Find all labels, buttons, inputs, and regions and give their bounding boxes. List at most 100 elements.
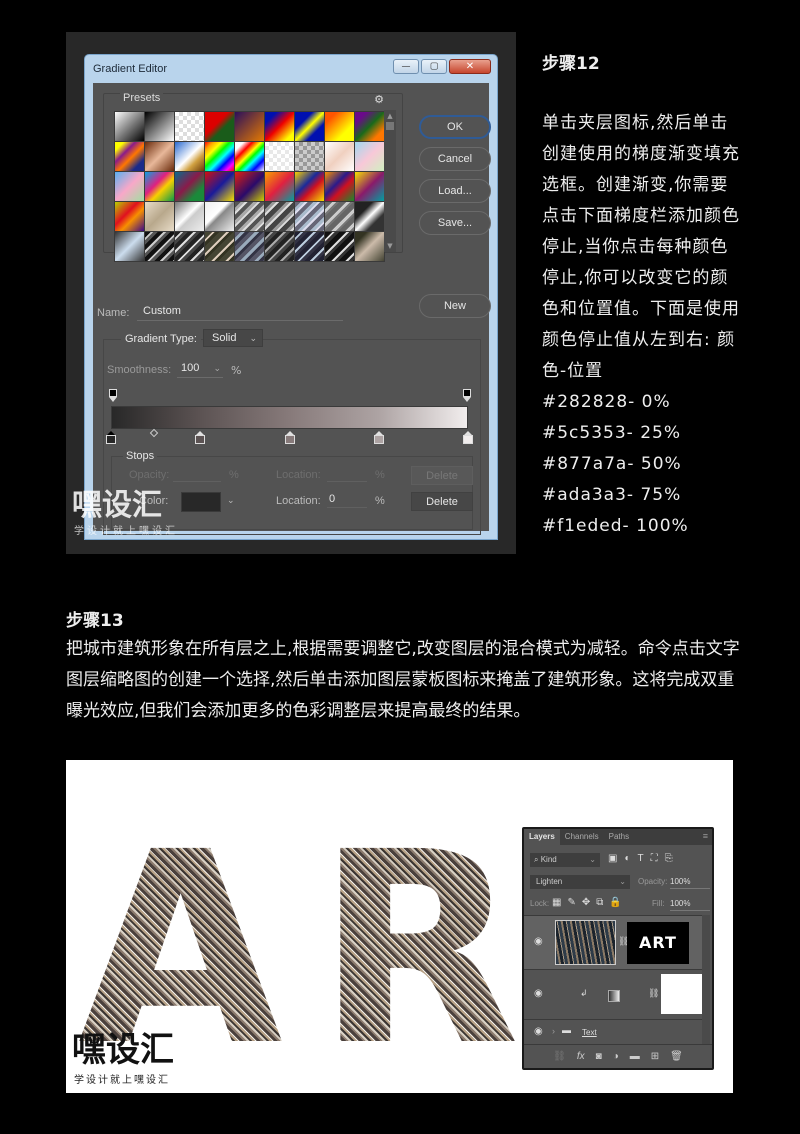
lock-image-icon[interactable]: ✎ xyxy=(567,897,575,908)
tab-channels[interactable]: Channels xyxy=(560,829,604,845)
opacity-input[interactable] xyxy=(173,467,221,482)
lock-transparent-icon[interactable]: ▦ xyxy=(552,897,561,908)
preset-swatch[interactable] xyxy=(205,172,234,201)
smart-object-filter-icon[interactable]: ⎘ xyxy=(665,853,673,864)
preset-swatch[interactable] xyxy=(115,142,144,171)
scroll-down-icon[interactable]: ▼ xyxy=(384,242,396,250)
maximize-button[interactable]: ▢ xyxy=(421,59,447,74)
layer-mask-thumbnail[interactable] xyxy=(661,974,703,1014)
preset-swatch[interactable] xyxy=(265,202,294,231)
new-layer-icon[interactable]: ⊞ xyxy=(651,1045,659,1068)
trash-icon[interactable]: 🗑 xyxy=(670,1045,683,1068)
preset-swatch[interactable] xyxy=(325,202,354,231)
fx-icon[interactable]: fx xyxy=(577,1045,585,1068)
link-chain-icon[interactable]: ⛓ xyxy=(648,988,659,999)
ok-button[interactable]: OK xyxy=(419,115,491,139)
preset-swatch[interactable] xyxy=(145,232,174,261)
layers-scrollbar[interactable] xyxy=(702,915,710,1045)
preset-swatch[interactable] xyxy=(205,142,234,171)
opacity-stop-left[interactable] xyxy=(109,389,117,403)
preset-swatch[interactable] xyxy=(295,232,324,261)
close-button[interactable]: ✕ xyxy=(449,59,491,74)
minimize-button[interactable]: — xyxy=(393,59,419,74)
preset-swatch[interactable] xyxy=(325,112,354,141)
presets-scrollbar[interactable]: ▲ ▼ xyxy=(384,110,396,252)
adjustment-layer-icon[interactable]: ◑ xyxy=(613,1045,619,1068)
preset-swatch[interactable] xyxy=(325,232,354,261)
visibility-eye-icon[interactable]: ◉ xyxy=(534,936,543,947)
preset-swatch[interactable] xyxy=(235,202,264,231)
link-layers-icon[interactable]: ⛓ xyxy=(553,1045,566,1068)
preset-swatch[interactable] xyxy=(115,172,144,201)
lock-artboard-icon[interactable]: ⧉ xyxy=(596,897,603,908)
layer-city-image[interactable]: ◉ ⛓ ART xyxy=(524,915,704,969)
add-mask-icon[interactable]: ◙ xyxy=(596,1045,602,1068)
preset-swatch[interactable] xyxy=(295,112,324,141)
save-button[interactable]: Save... xyxy=(419,211,491,235)
preset-swatch[interactable] xyxy=(235,142,264,171)
gear-icon[interactable]: ⚙ xyxy=(374,93,384,106)
blend-mode-select[interactable]: Lighten ⌄ xyxy=(530,875,630,889)
preset-swatch[interactable] xyxy=(355,202,384,231)
fill-input[interactable]: 100% xyxy=(670,897,710,911)
color-delete-button[interactable]: Delete xyxy=(411,492,473,511)
preset-swatch[interactable] xyxy=(175,232,204,261)
opacity-delete-button[interactable]: Delete xyxy=(411,466,473,485)
preset-swatch[interactable] xyxy=(175,202,204,231)
preset-swatch[interactable] xyxy=(205,232,234,261)
cancel-button[interactable]: Cancel xyxy=(419,147,491,171)
preset-swatch[interactable] xyxy=(115,202,144,231)
tab-layers[interactable]: Layers xyxy=(524,829,560,845)
stop-color-swatch[interactable] xyxy=(181,492,221,512)
color-location-input[interactable]: 0 xyxy=(327,493,367,508)
color-stop[interactable] xyxy=(106,431,116,445)
color-stop[interactable] xyxy=(463,431,473,445)
preset-swatch[interactable] xyxy=(175,142,204,171)
preset-swatch[interactable] xyxy=(265,112,294,141)
preset-swatch[interactable] xyxy=(115,232,144,261)
tab-paths[interactable]: Paths xyxy=(604,829,634,845)
new-button[interactable]: New xyxy=(419,294,491,318)
gradient-bar[interactable] xyxy=(111,406,468,429)
layer-mask-thumbnail[interactable]: ART xyxy=(627,922,689,964)
expand-caret-icon[interactable]: › xyxy=(552,1026,555,1036)
preset-swatch[interactable] xyxy=(235,172,264,201)
preset-swatch[interactable] xyxy=(145,112,174,141)
adjustment-filter-icon[interactable]: ◐ xyxy=(624,853,630,864)
layer-group-text[interactable]: ◉ › ▬ Text xyxy=(524,1019,704,1045)
preset-swatch[interactable] xyxy=(115,112,144,141)
preset-swatch[interactable] xyxy=(205,202,234,231)
name-input[interactable]: Custom xyxy=(137,305,343,321)
shape-filter-icon[interactable]: ⛶ xyxy=(651,853,658,864)
preset-swatch[interactable] xyxy=(355,142,384,171)
preset-swatch[interactable] xyxy=(145,142,174,171)
preset-swatch[interactable] xyxy=(235,112,264,141)
opacity-location-input[interactable] xyxy=(327,467,367,482)
color-stop[interactable] xyxy=(195,431,206,445)
scroll-thumb[interactable] xyxy=(386,122,394,130)
preset-swatch[interactable] xyxy=(295,202,324,231)
preset-swatch[interactable] xyxy=(145,202,174,231)
preset-swatch[interactable] xyxy=(145,172,174,201)
color-stop[interactable] xyxy=(284,431,295,445)
visibility-eye-icon[interactable]: ◉ xyxy=(534,988,543,999)
lock-position-icon[interactable]: ✥ xyxy=(582,897,590,908)
chevron-down-icon[interactable]: ⌄ xyxy=(227,495,235,506)
new-group-icon[interactable]: ▬ xyxy=(630,1045,640,1068)
layer-gradient-fill[interactable]: ◉ ↲ ⛓ xyxy=(524,969,704,1019)
preset-swatch[interactable] xyxy=(295,172,324,201)
lock-all-icon[interactable]: 🔒 xyxy=(609,897,621,908)
preset-swatch[interactable] xyxy=(175,112,204,141)
load-button[interactable]: Load... xyxy=(419,179,491,203)
type-filter-icon[interactable]: T xyxy=(638,853,644,864)
smoothness-input[interactable]: 100 ⌄ xyxy=(177,362,223,378)
scroll-up-icon[interactable]: ▲ xyxy=(384,112,396,120)
preset-swatch[interactable] xyxy=(355,112,384,141)
kind-filter-select[interactable]: ⌕ Kind ⌄ xyxy=(530,853,600,867)
preset-swatch[interactable] xyxy=(295,142,324,171)
preset-swatch[interactable] xyxy=(205,112,234,141)
preset-swatch[interactable] xyxy=(175,172,204,201)
preset-swatch[interactable] xyxy=(265,232,294,261)
preset-swatch[interactable] xyxy=(325,172,354,201)
preset-swatch[interactable] xyxy=(355,172,384,201)
